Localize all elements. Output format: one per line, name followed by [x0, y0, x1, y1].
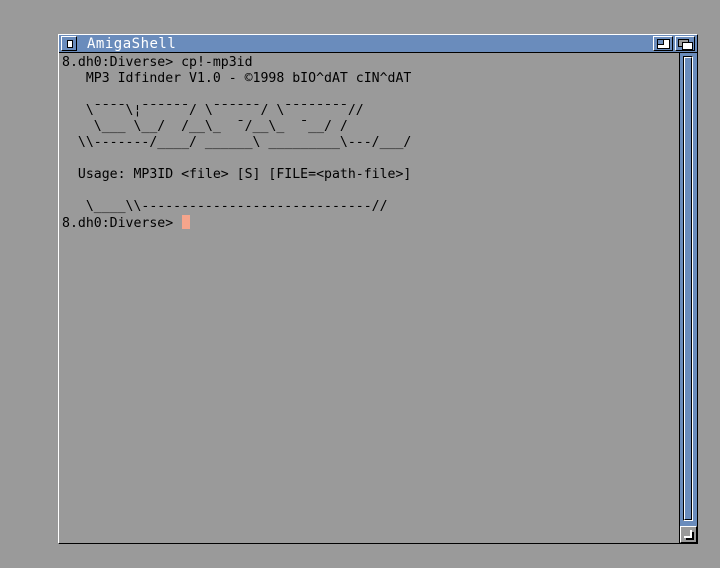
depth-gadget-icon[interactable] [675, 36, 695, 51]
console-line: \\-------/____/ ______\ _________\---/__… [62, 135, 412, 150]
text-cursor [182, 215, 191, 229]
console-output[interactable]: 8.dh0:Diverse> cp!-mp3id MP3 Idfinder V1… [62, 55, 677, 540]
amigashell-window: AmigaShell 8.dh0:Diverse> cp!-mp3id MP3 … [58, 34, 698, 544]
console-line: \___ \__/ /__\_ ¯/__\_ ¯__/ / [62, 119, 348, 134]
right-window-border [679, 53, 697, 543]
zoom-gadget-icon[interactable] [653, 36, 673, 51]
prompt-line[interactable]: 8.dh0:Diverse> [62, 215, 677, 231]
scrollbar-knob[interactable] [684, 57, 692, 520]
close-gadget-icon[interactable] [61, 36, 77, 51]
window-title: AmigaShell [87, 36, 177, 52]
console-line: \____\\-----------------------------// [62, 199, 388, 214]
console-line: \¯¯¯¯\¦¯¯¯¯¯¯/ \¯¯¯¯¯¯/ \¯¯¯¯¯¯¯¯// [62, 103, 364, 118]
title-bar[interactable]: AmigaShell [59, 35, 697, 53]
console-line: MP3 Idfinder V1.0 - ©1998 bIO^dAT cIN^dA… [62, 71, 412, 86]
console-line: 8.dh0:Diverse> cp!-mp3id [62, 55, 253, 70]
console-line: Usage: MP3ID <file> [S] [FILE=<path-file… [62, 167, 412, 182]
prompt-text: 8.dh0:Diverse> [62, 216, 182, 231]
size-gadget-icon[interactable] [680, 526, 697, 543]
vertical-scrollbar[interactable] [683, 56, 693, 521]
